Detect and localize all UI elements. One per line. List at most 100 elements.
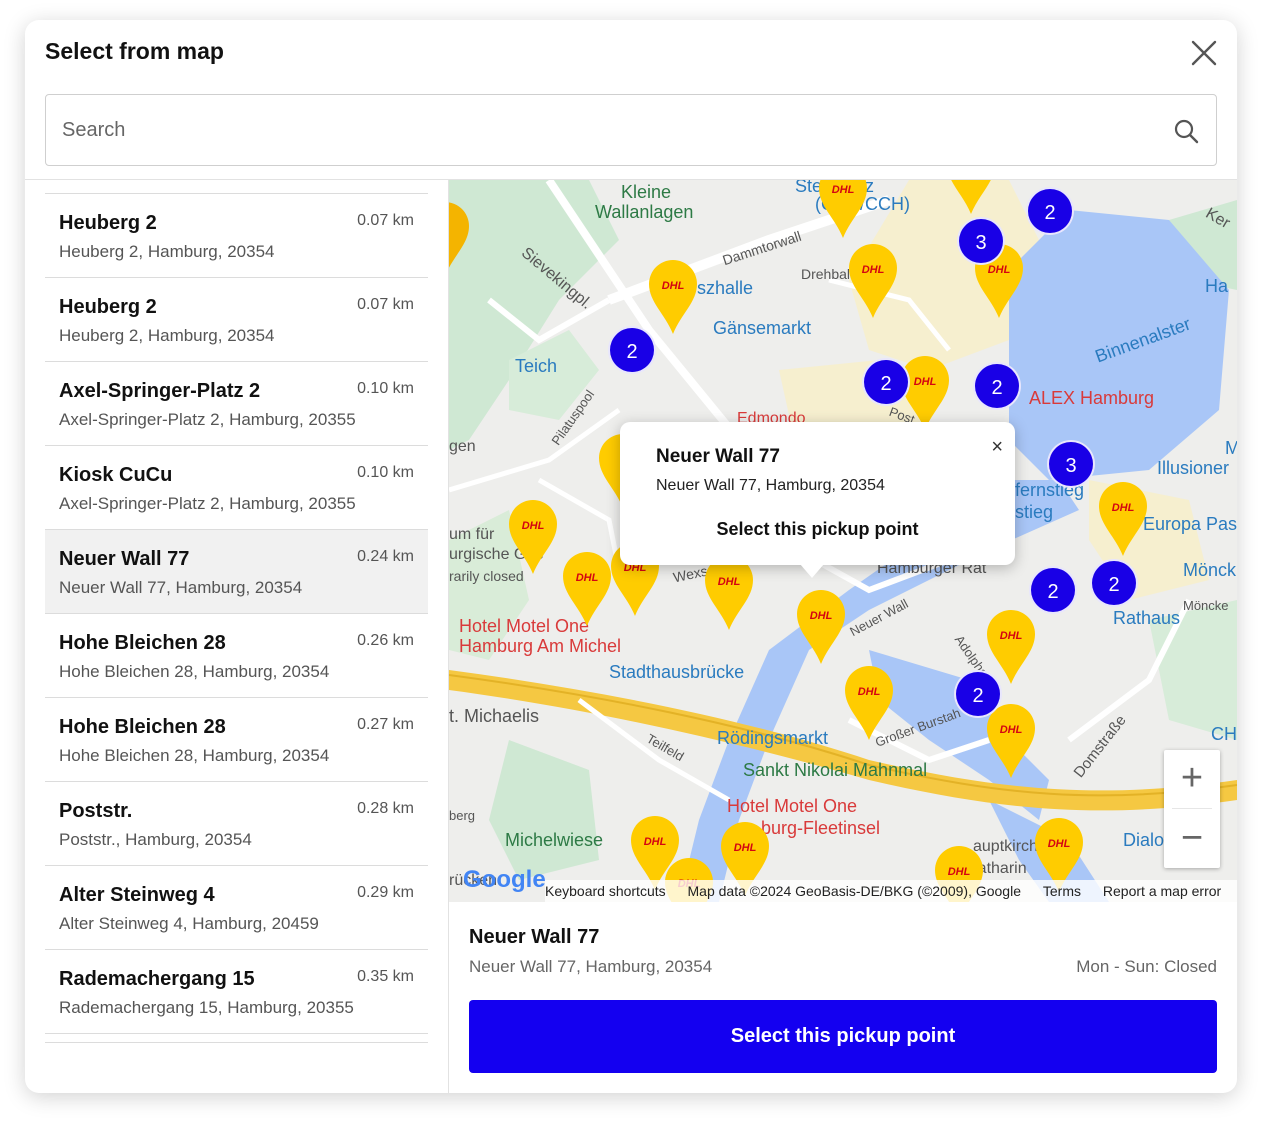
dhl-pin[interactable]: DHL bbox=[843, 664, 895, 742]
list-item-distance: 0.07 km bbox=[357, 296, 414, 313]
map-label: M bbox=[1225, 438, 1237, 458]
dhl-pin[interactable]: DHL bbox=[703, 554, 755, 632]
list-item-distance: 0.29 km bbox=[357, 884, 414, 901]
list-item[interactable]: Rademachergang 15 0.35 km Rademachergang… bbox=[45, 950, 428, 1034]
map-label: Hamburg Am Michel bbox=[459, 636, 622, 656]
map-label: Hotel Motel One bbox=[727, 796, 858, 816]
list-item[interactable]: Hohe Bleichen 28 0.27 km Hohe Bleichen 2… bbox=[45, 698, 428, 782]
dhl-logo-text: DHL bbox=[914, 376, 937, 388]
cluster-marker[interactable]: 2 bbox=[973, 362, 1021, 410]
dhl-pin[interactable]: DHL bbox=[561, 550, 613, 628]
search-icon[interactable] bbox=[1172, 117, 1200, 145]
map-label: Rödingsmarkt bbox=[717, 728, 829, 748]
dhl-logo-text: DHL bbox=[662, 280, 685, 292]
map-label: Möncke bbox=[1183, 598, 1229, 613]
list-item-address: Alter Steinweg 4, Hamburg, 20459 bbox=[59, 914, 319, 933]
dhl-logo-text: DHL bbox=[862, 264, 885, 276]
list-item-address: Axel-Springer-Platz 2, Hamburg, 20355 bbox=[59, 494, 356, 513]
dhl-pin-selected[interactable]: DHL bbox=[795, 588, 847, 666]
list-item[interactable]: Axel-Springer-Platz 2 0.10 km Axel-Sprin… bbox=[45, 362, 428, 446]
zoom-out-button[interactable]: − bbox=[1164, 810, 1220, 868]
dhl-logo-text: DHL bbox=[988, 264, 1011, 276]
map-label: Drehbal bbox=[801, 266, 851, 282]
map-label: Rathaus bbox=[1113, 608, 1181, 628]
list-item-selected[interactable]: Neuer Wall 77 0.24 km Neuer Wall 77, Ham… bbox=[45, 530, 428, 614]
list-item-distance: 0.24 km bbox=[357, 548, 414, 565]
dhl-logo-text: DHL bbox=[832, 184, 855, 196]
terms-link[interactable]: Terms bbox=[1043, 880, 1081, 902]
dhl-pin[interactable]: DHL bbox=[945, 180, 997, 216]
map-label: stieg bbox=[1015, 502, 1054, 522]
list-item-name: Heuberg 2 bbox=[59, 296, 157, 318]
list-item[interactable]: Hohe Bleichen 28 0.26 km Hohe Bleichen 2… bbox=[45, 614, 428, 698]
cluster-marker[interactable]: 2 bbox=[608, 326, 656, 374]
dhl-pin[interactable]: DHL bbox=[847, 242, 899, 320]
modal-title: Select from map bbox=[45, 38, 224, 64]
map-label: Illusioner bbox=[1157, 458, 1230, 478]
pickup-map-modal: Select from map Heuberg 2 0.07 km Heuber… bbox=[25, 20, 1237, 1093]
list-item[interactable]: Kiosk CuCu 0.10 km Axel-Springer-Platz 2… bbox=[45, 446, 428, 530]
details-hours: Mon - Sun: Closed bbox=[1076, 957, 1217, 976]
close-icon[interactable] bbox=[1189, 38, 1219, 68]
dhl-logo-text: DHL bbox=[576, 572, 599, 584]
list-item-distance: 0.26 km bbox=[357, 632, 414, 649]
cluster-marker[interactable]: 2 bbox=[1029, 566, 1077, 614]
cluster-marker[interactable]: 2 bbox=[1090, 559, 1138, 607]
list-item-distance: 0.28 km bbox=[357, 800, 414, 817]
dhl-pin[interactable]: DHL bbox=[507, 498, 559, 576]
zoom-divider bbox=[1172, 808, 1212, 809]
map-label: berg bbox=[449, 808, 476, 823]
details-name: Neuer Wall 77 bbox=[469, 926, 600, 948]
list-item[interactable]: Heuberg 2 0.07 km Heuberg 2, Hamburg, 20… bbox=[45, 194, 428, 278]
cluster-marker[interactable]: 2 bbox=[954, 670, 1002, 718]
select-pickup-button[interactable]: Select this pickup point bbox=[469, 1000, 1217, 1073]
pickup-point-list[interactable]: Heuberg 2 0.07 km Heuberg 2, Hamburg, 20… bbox=[45, 180, 428, 1093]
report-error-link[interactable]: Report a map error bbox=[1103, 880, 1221, 902]
dhl-pin[interactable]: DHL bbox=[985, 702, 1037, 780]
zoom-in-button[interactable]: + bbox=[1164, 750, 1220, 808]
map-label: Dialo bbox=[1123, 830, 1165, 850]
popup-title: Neuer Wall 77 bbox=[656, 446, 780, 467]
popup-close-icon[interactable]: × bbox=[991, 436, 1003, 459]
cluster-marker[interactable]: 2 bbox=[1026, 187, 1074, 235]
map-label: Mönck bbox=[1183, 560, 1237, 580]
list-item-address: Rademachergang 15, Hamburg, 20355 bbox=[59, 998, 354, 1017]
list-item-name: Hohe Bleichen 28 bbox=[59, 632, 226, 654]
cluster-marker[interactable]: 3 bbox=[957, 217, 1005, 265]
dhl-logo-text: DHL bbox=[522, 520, 545, 532]
search-field bbox=[45, 94, 1217, 166]
details-address: Neuer Wall 77, Hamburg, 20354 bbox=[469, 957, 713, 976]
map-label: t. Michaelis bbox=[449, 706, 540, 726]
list-divider bbox=[45, 1042, 428, 1043]
dhl-pin[interactable]: DHL bbox=[817, 180, 869, 240]
dhl-logo-text: DHL bbox=[1000, 630, 1023, 642]
cluster-marker[interactable]: 2 bbox=[862, 358, 910, 406]
map-label: Teich bbox=[515, 356, 558, 376]
zoom-control: + − bbox=[1164, 750, 1220, 868]
dhl-logo-text: DHL bbox=[1048, 838, 1071, 850]
list-item-address: Heuberg 2, Hamburg, 20354 bbox=[59, 326, 275, 345]
list-item-distance: 0.07 km bbox=[357, 212, 414, 229]
dhl-pin[interactable] bbox=[449, 200, 471, 278]
map-label: Europa Pas bbox=[1143, 514, 1237, 534]
list-item-name: Heuberg 2 bbox=[59, 212, 157, 234]
cluster-marker[interactable]: 3 bbox=[1047, 440, 1095, 488]
list-item[interactable]: Heuberg 2 0.07 km Heuberg 2, Hamburg, 20… bbox=[45, 278, 428, 362]
popup-address: Neuer Wall 77, Hamburg, 20354 bbox=[656, 477, 885, 494]
map-canvas[interactable]: Kleine Wallanlagen Ste splatz (CCH/CCH) … bbox=[449, 180, 1237, 902]
dhl-pin[interactable]: DHL bbox=[1097, 480, 1149, 558]
dhl-logo-text: DHL bbox=[718, 576, 741, 588]
map-label: ALEX Hamburg bbox=[1029, 388, 1155, 408]
map-label: gen bbox=[449, 438, 476, 455]
popup-select-button[interactable]: Select this pickup point bbox=[620, 519, 1015, 540]
list-item[interactable]: Poststr. 0.28 km Poststr., Hamburg, 2035… bbox=[45, 782, 428, 866]
list-item-distance: 0.10 km bbox=[357, 380, 414, 397]
list-item-name: Rademachergang 15 bbox=[59, 968, 255, 990]
map-label: szhalle bbox=[697, 278, 754, 298]
google-logo: Google bbox=[463, 866, 546, 893]
search-input[interactable] bbox=[62, 95, 1162, 165]
map-label: Stadthausbrücke bbox=[609, 662, 745, 682]
keyboard-shortcuts-link[interactable]: Keyboard shortcuts bbox=[545, 880, 666, 902]
dhl-pin[interactable]: DHL bbox=[647, 258, 699, 336]
list-item[interactable]: Alter Steinweg 4 0.29 km Alter Steinweg … bbox=[45, 866, 428, 950]
